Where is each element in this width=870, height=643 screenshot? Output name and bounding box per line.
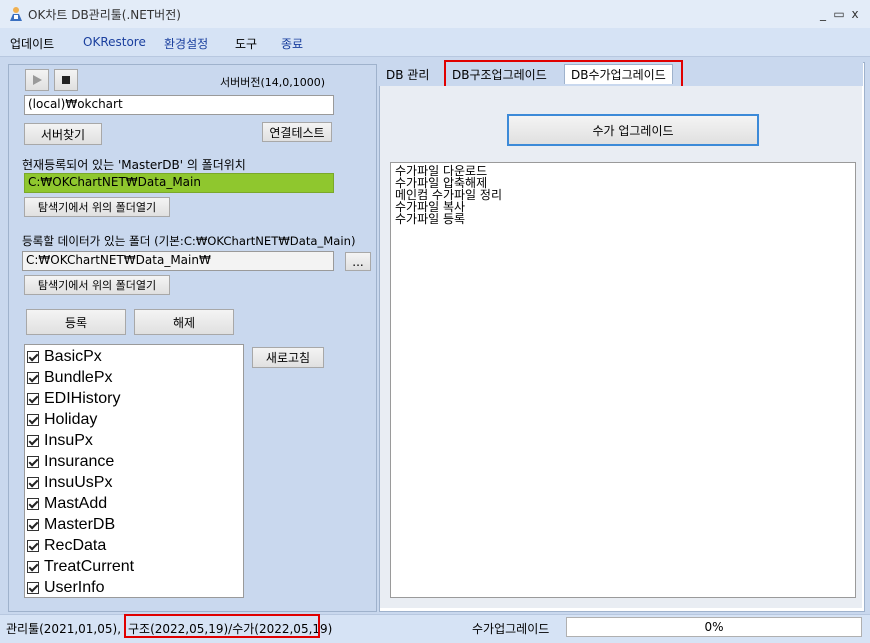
checkbox-checked-icon[interactable]	[27, 434, 39, 447]
log-line: 수가파일 등록	[395, 212, 466, 226]
open-folder-button-2[interactable]: 탐색기에서 위의 폴더열기	[24, 275, 170, 295]
stop-icon	[62, 76, 70, 84]
play-button[interactable]	[25, 69, 49, 91]
database-name: BundlePx	[44, 368, 113, 386]
database-checkbox-item[interactable]: EDIHistory	[27, 388, 120, 409]
app-icon	[8, 6, 24, 22]
checkbox-checked-icon[interactable]	[27, 350, 39, 363]
server-input[interactable]: (local)₩okchart	[24, 95, 334, 115]
refresh-button[interactable]: 새로고침	[252, 347, 324, 368]
test-connection-button[interactable]: 연결테스트	[262, 122, 332, 142]
checkbox-checked-icon[interactable]	[27, 392, 39, 405]
window-title: OK차트 DB관리툴(.NET버전)	[28, 8, 181, 22]
database-name: UserInfo	[44, 578, 105, 596]
checkbox-checked-icon[interactable]	[27, 413, 39, 426]
stop-button[interactable]	[54, 69, 78, 91]
database-checkbox-item[interactable]: InsuUsPx	[27, 472, 112, 493]
database-name: RecData	[44, 536, 107, 554]
master-folder-label: 현재등록되어 있는 'MasterDB' 의 폴더위치	[22, 158, 246, 172]
menu-settings[interactable]: 환경설정	[164, 35, 208, 52]
database-checkbox-item[interactable]: BundlePx	[27, 367, 113, 388]
find-server-button[interactable]: 서버찾기	[24, 123, 102, 145]
maximize-button[interactable]: ▭	[832, 6, 846, 22]
menu-exit[interactable]: 종료	[281, 35, 303, 52]
database-name: EDIHistory	[44, 389, 121, 407]
master-path-field[interactable]: C:₩OKChartNET₩Data_Main	[24, 173, 334, 193]
close-button[interactable]: x	[848, 6, 862, 22]
database-name: BasicPx	[44, 347, 102, 365]
database-name: Holiday	[44, 410, 98, 428]
progress-text: 0%	[704, 620, 724, 634]
database-checkbox-item[interactable]: UserInfo	[27, 577, 104, 598]
unregister-button[interactable]: 해제	[134, 309, 234, 335]
menu-update[interactable]: 업데이트	[10, 35, 54, 52]
checkbox-checked-icon[interactable]	[27, 371, 39, 384]
database-name: MastAdd	[44, 494, 108, 512]
menu-okrestore[interactable]: OKRestore	[83, 35, 146, 49]
database-name: InsuPx	[44, 431, 93, 449]
open-folder-button-1[interactable]: 탐색기에서 위의 폴더열기	[24, 197, 170, 217]
status-task: 수가업그레이드	[472, 622, 550, 636]
fee-upgrade-button[interactable]: 수가 업그레이드	[507, 114, 759, 146]
database-name: TreatCurrent	[44, 557, 135, 575]
server-version: 서버버전(14,0,1000)	[220, 76, 326, 89]
database-checkbox-item[interactable]: Insurance	[27, 451, 114, 472]
data-folder-label: 등록할 데이터가 있는 폴더 (기본:C:₩OKChartNET₩Data_Ma…	[22, 234, 356, 248]
minimize-button[interactable]: _	[816, 6, 830, 22]
database-name: Insurance	[44, 452, 115, 470]
checkbox-checked-icon[interactable]	[27, 497, 39, 510]
browse-button[interactable]: ...	[345, 252, 371, 271]
database-name: MasterDB	[44, 515, 116, 533]
database-checkbox-item[interactable]: Holiday	[27, 409, 97, 430]
checkbox-checked-icon[interactable]	[27, 539, 39, 552]
register-button[interactable]: 등록	[26, 309, 126, 335]
checkbox-checked-icon[interactable]	[27, 455, 39, 468]
checkbox-checked-icon[interactable]	[27, 581, 39, 594]
status-highlight-box	[124, 614, 320, 638]
title-bar: OK차트 DB관리툴(.NET버전) _ ▭ x	[0, 0, 870, 28]
menu-tools[interactable]: 도구	[235, 35, 257, 52]
database-name: InsuUsPx	[44, 473, 113, 491]
database-checkbox-item[interactable]: InsuPx	[27, 430, 93, 451]
play-icon	[33, 75, 42, 85]
tab-db-manage[interactable]: DB 관리	[380, 64, 435, 84]
checkbox-checked-icon[interactable]	[27, 476, 39, 489]
database-checkbox-item[interactable]: BasicPx	[27, 346, 102, 367]
progress-bar: 0%	[566, 617, 862, 637]
log-output: 수가파일 다운로드 수가파일 압축해제 메인컴 수가파일 정리 수가파일 복사 수가파일…	[390, 162, 856, 598]
database-checkbox-item[interactable]: RecData	[27, 535, 106, 556]
data-folder-input[interactable]: C:₩OKChartNET₩Data_Main₩	[22, 251, 334, 271]
database-checklist[interactable]: BasicPx BundlePx EDIHistory Holiday InsuPx In…	[24, 344, 244, 598]
menu-bar: 업데이트 OKRestore 환경설정 도구 종료	[0, 28, 870, 57]
checkbox-checked-icon[interactable]	[27, 560, 39, 573]
status-tool-version: 관리툴(2021,01,05),	[6, 622, 122, 636]
database-checkbox-item[interactable]: MasterDB	[27, 514, 115, 535]
database-checkbox-item[interactable]: MastAdd	[27, 493, 107, 514]
checkbox-checked-icon[interactable]	[27, 518, 39, 531]
database-checkbox-item[interactable]: TreatCurrent	[27, 556, 134, 577]
